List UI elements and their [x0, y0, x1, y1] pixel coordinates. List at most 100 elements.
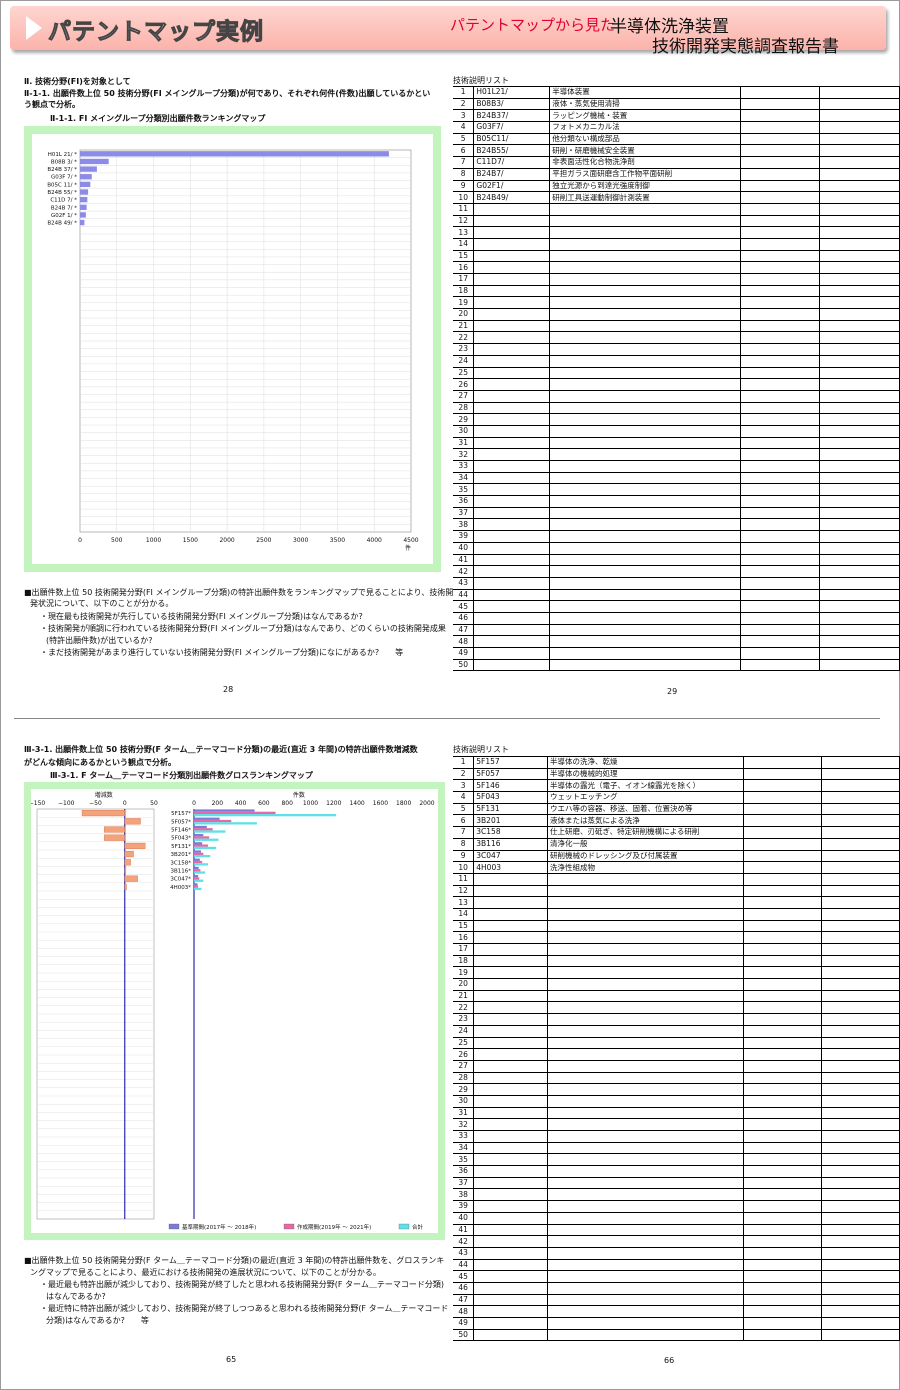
table-row: 34	[453, 471, 900, 485]
description-cell	[549, 658, 741, 672]
blank-cell	[819, 296, 900, 310]
blank-cell	[820, 1048, 900, 1061]
note-line: ・最近最も特許出願が減少しており、技術開発が終了したと思われる技術開発分野(F …	[40, 1280, 444, 1289]
table-row: 18	[453, 954, 900, 968]
series-bar	[194, 825, 207, 829]
description-cell	[549, 237, 741, 251]
row-number: 9	[453, 179, 475, 193]
row-number: 35	[453, 1153, 475, 1167]
table-row: 50	[453, 1328, 900, 1342]
table-row: 36	[453, 1165, 900, 1178]
table-row: 24	[453, 1024, 900, 1038]
table-row: 16	[453, 931, 900, 944]
right-tick-label: 400	[235, 800, 247, 807]
table-row: 6 B24B55/研削・研磨機械安全装置	[453, 144, 900, 158]
blank-cell	[820, 896, 900, 909]
description-cell	[546, 919, 744, 933]
blank-cell	[739, 319, 821, 333]
row-number: 38	[453, 1188, 475, 1202]
blank-cell	[819, 121, 900, 134]
banner-subtitle: パテントマップから見た	[450, 16, 616, 34]
series-bar	[194, 855, 211, 858]
description-cell	[549, 261, 741, 274]
table-row: 24	[453, 354, 900, 368]
change-bar	[104, 826, 125, 833]
code-cell	[473, 436, 551, 450]
table-row: 48	[453, 1305, 900, 1318]
blank-cell	[742, 1235, 822, 1248]
analysis-question-line1: Ⅲ-3-1. 出願件数上位 50 技術分野(F ターム＿テーマコード分類)の最近…	[24, 745, 418, 754]
code-cell	[473, 623, 551, 637]
row-number: 44	[453, 1258, 475, 1272]
table-row: 31	[453, 436, 900, 450]
row-number: 17	[453, 273, 475, 286]
blank-cell	[819, 261, 900, 274]
table-row: 28	[453, 1071, 900, 1085]
table-row: 25	[453, 366, 900, 380]
description-cell	[546, 1094, 744, 1108]
blank-cell	[742, 1048, 822, 1061]
blank-cell	[739, 237, 821, 251]
blank-cell	[739, 132, 821, 146]
description-cell: 洗浄性組成物	[546, 861, 744, 874]
chart-caption: Ⅱ-1-1. FI メイングループ分類別出願件数ランキングマップ	[50, 114, 266, 123]
blank-cell	[820, 872, 900, 886]
blank-cell	[739, 261, 821, 274]
row-number: 22	[453, 331, 475, 345]
blank-cell	[742, 1153, 822, 1167]
table-row: 11	[453, 202, 900, 216]
x-tick-label: 2500	[256, 537, 271, 544]
note-line: ・現在最も技術開発が先行している技術開発分野(FI メイングループ分類)はなんで…	[40, 612, 363, 621]
description-cell: 他分類ない構成部品	[549, 132, 741, 146]
table-row: 23	[453, 343, 900, 356]
category-label: 5F043*	[171, 836, 191, 842]
code-cell	[473, 1024, 548, 1038]
category-label: G03F 7/ *	[51, 175, 77, 181]
blank-cell	[742, 791, 822, 804]
blank-cell	[742, 767, 822, 781]
code-cell	[473, 284, 551, 298]
code-cell	[473, 448, 551, 461]
blank-cell	[820, 1118, 900, 1131]
row-number: 14	[453, 907, 475, 921]
blank-cell	[819, 448, 900, 461]
table-row: 39	[453, 530, 900, 543]
table-row: 1 H01L21/半導体装置	[453, 86, 900, 99]
description-cell	[546, 931, 744, 944]
change-bar	[124, 883, 127, 890]
row-number: 4	[453, 121, 475, 134]
row-number: 39	[453, 1200, 475, 1213]
blank-cell	[739, 378, 821, 391]
description-cell	[546, 1013, 744, 1026]
description-cell	[549, 483, 741, 497]
description-cell	[546, 1130, 744, 1143]
table-row: 33	[453, 1130, 900, 1143]
series-bar	[194, 887, 202, 891]
series-bar	[194, 822, 257, 825]
blank-cell	[820, 1223, 900, 1237]
table-row: 19	[453, 296, 900, 310]
description-cell	[549, 448, 741, 461]
series-bar	[194, 819, 232, 823]
row-number: 14	[453, 237, 475, 251]
row-number: 13	[453, 896, 475, 909]
code-cell	[473, 460, 551, 473]
series-bar	[194, 860, 203, 864]
blank-cell	[742, 954, 822, 968]
blank-cell	[820, 1130, 900, 1143]
blank-cell	[742, 966, 822, 980]
blank-cell	[820, 1013, 900, 1026]
title-banner: パテントマップ実例 パテントマップから見た 半導体洗浄装置 技術開発実態調査報告…	[10, 6, 886, 57]
table-row: 29	[453, 413, 900, 426]
code-cell	[473, 966, 548, 980]
category-label: 3B201*	[170, 852, 191, 858]
left-tick-label: 0	[123, 800, 127, 807]
description-cell	[549, 366, 741, 380]
category-label: B24B 49/ *	[47, 221, 77, 227]
row-number: 27	[453, 389, 475, 403]
blank-cell	[742, 907, 822, 921]
row-number: 24	[453, 354, 475, 368]
table-row: 41	[453, 553, 900, 567]
row-number: 19	[453, 966, 475, 980]
table-row: 2 5F057 半導体の機械的処理	[453, 767, 900, 781]
